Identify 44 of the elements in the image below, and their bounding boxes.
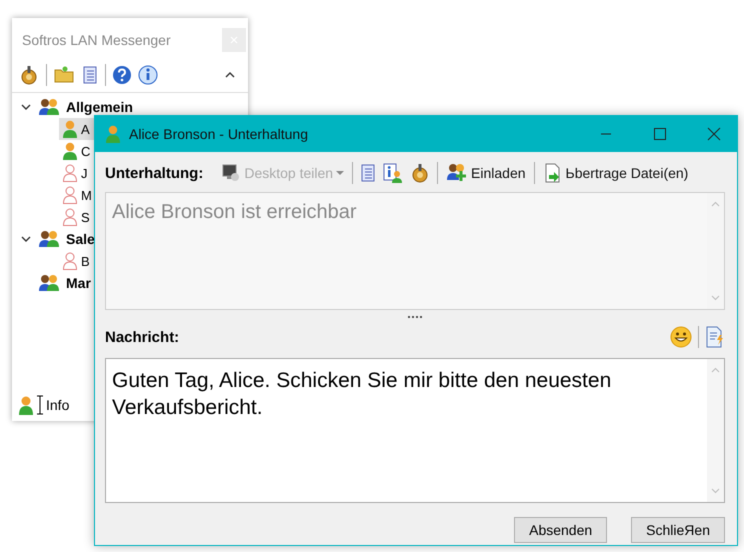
person-icon [62, 208, 78, 226]
contact-item[interactable]: S [59, 206, 94, 228]
document-icon[interactable] [705, 326, 725, 348]
contact-item[interactable]: A [59, 118, 94, 140]
notebook-icon[interactable] [81, 65, 99, 85]
person-icon [62, 142, 78, 160]
person-icon [62, 186, 78, 204]
dropdown-caret-icon [336, 170, 344, 176]
group-name[interactable]: Allgemein [66, 99, 133, 115]
group-icon [38, 230, 60, 248]
send-button[interactable]: Absenden [514, 517, 608, 543]
person-icon [62, 164, 78, 182]
group-icon [38, 98, 60, 116]
info-icon[interactable] [138, 65, 158, 85]
contact-item[interactable]: J [59, 162, 94, 184]
group-name[interactable]: Mar [66, 275, 91, 291]
person-icon [18, 395, 34, 415]
folder-icon[interactable] [53, 65, 75, 85]
monitor-icon [221, 163, 242, 183]
close-button[interactable]: SchlieЯen [631, 517, 725, 543]
invite-button[interactable]: Einladen [444, 163, 528, 183]
person-icon [105, 125, 121, 143]
status-label[interactable]: Info [46, 397, 70, 413]
window-title: Alice Bronson - Unterhaltung [129, 126, 309, 142]
text-cursor-icon [36, 395, 44, 415]
person-icon [62, 120, 78, 138]
contact-item[interactable]: M [59, 184, 94, 206]
contact-item[interactable]: C [59, 140, 94, 162]
window-title: Softros LAN Messenger [22, 32, 171, 48]
smiley-icon[interactable] [670, 326, 692, 348]
help-icon[interactable] [112, 65, 132, 85]
group-name[interactable]: Sale [66, 231, 95, 247]
transfer-files-button[interactable]: Ьbertrage Datei(en) [540, 163, 690, 183]
collapse-icon[interactable] [224, 70, 236, 80]
status-message: Alice Bronson ist erreichbar [111, 200, 358, 225]
splitter-grip[interactable] [407, 315, 423, 319]
person-icon [62, 252, 78, 270]
message-label: Nachricht: [105, 328, 180, 346]
contact-item[interactable]: B [59, 250, 94, 272]
conversation-label: Unterhaltung: [105, 164, 204, 182]
contact-info-icon[interactable] [383, 163, 404, 183]
add-people-icon [446, 163, 468, 183]
group-icon [38, 274, 60, 292]
notebook-icon[interactable] [359, 163, 378, 183]
